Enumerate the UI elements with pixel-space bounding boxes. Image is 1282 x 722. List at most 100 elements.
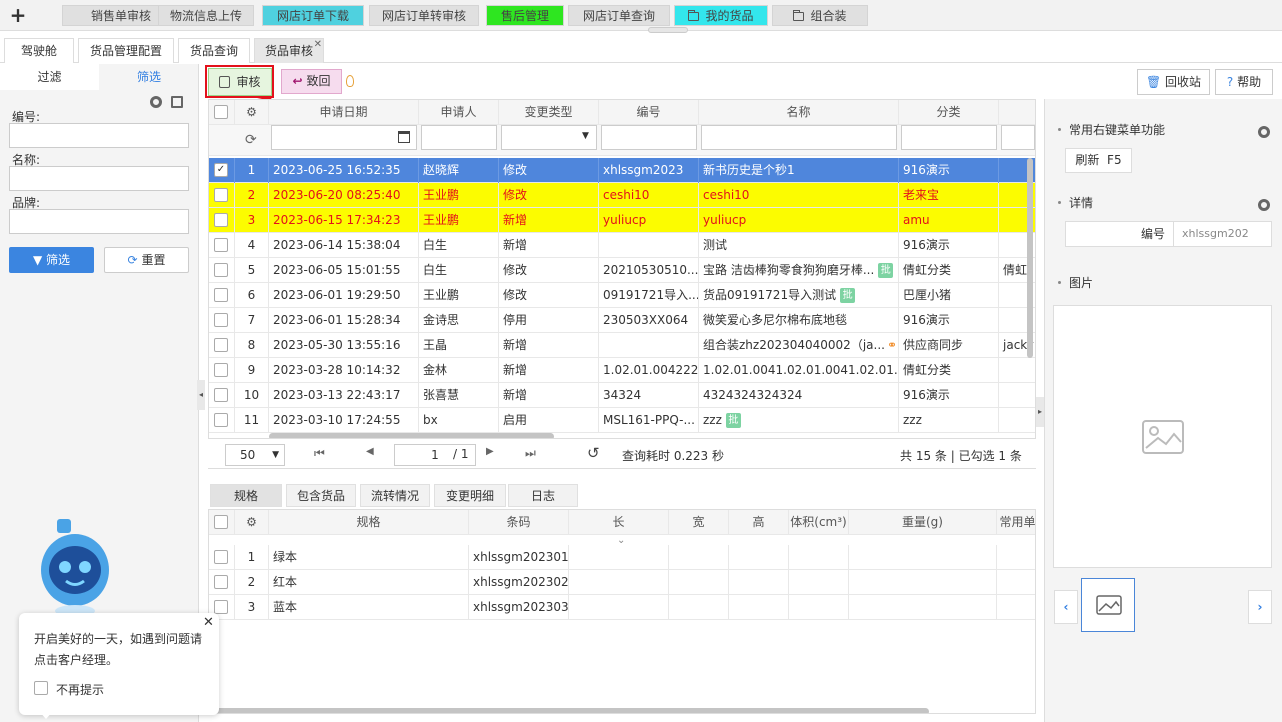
row-checkbox[interactable] [214,188,228,202]
col-header-date[interactable]: 申请日期 [269,100,419,124]
col-header-unit[interactable]: 常用单 [997,510,1035,534]
tab-filter[interactable]: 过滤 [0,64,99,90]
col-header-type[interactable]: 变更类型 [499,100,599,124]
extra-filter-input[interactable] [1001,125,1035,150]
top-tab-7[interactable]: 我的货品 [674,5,768,26]
dont-show-checkbox[interactable] [34,681,48,695]
row-checkbox[interactable] [214,363,228,377]
detail-tab-1[interactable]: 规格 [210,484,282,507]
table-row[interactable]: 3 2023-06-15 17:34:23 王业鹏 新增 yuliucp yuliucp a… [209,208,1035,233]
detail-tab-5[interactable]: 日志 [508,484,578,507]
filter-button[interactable]: ▼ 筛选 [9,247,94,273]
select-all-checkbox[interactable] [214,515,228,529]
settings-gear-icon[interactable] [1258,126,1270,138]
date-filter-input[interactable] [271,125,417,150]
settings-gear-icon[interactable] [150,96,162,108]
lightbulb-icon[interactable] [346,75,354,87]
sub-tab-2[interactable]: 货品管理配置 [78,38,174,63]
tab-screen[interactable]: 筛选 [99,64,199,90]
reset-button[interactable]: ⟳ 重置 [104,247,189,273]
image-thumbnail[interactable] [1081,578,1135,632]
col-header-length[interactable]: 长 [569,510,669,534]
col-header-code[interactable]: 编号 [599,100,699,124]
refresh-f5-button[interactable]: 刷新 F5 [1065,148,1132,173]
table-row[interactable]: 6 2023-06-01 19:29:50 王业鹏 修改 09191721导入... 货品… [209,283,1035,308]
col-header-user[interactable]: 申请人 [419,100,499,124]
vertical-scrollbar[interactable] [1027,158,1033,358]
row-checkbox[interactable]: ✓ [214,163,228,177]
table-row[interactable]: 5 2023-06-05 15:01:55 白生 修改 20210530510... 宝路… [209,258,1035,283]
row-checkbox[interactable] [214,213,228,227]
col-header-volume[interactable]: 体积(cm³) [789,510,849,534]
table-row[interactable]: 7 2023-06-01 15:28:34 金诗思 停用 230503XX064 微笑爱心… [209,308,1035,333]
top-tab-3[interactable]: 网店订单下载 [262,5,364,26]
row-checkbox[interactable] [214,600,228,614]
close-icon[interactable]: ✕ [203,615,214,630]
code-input[interactable] [9,123,189,148]
col-header-extra[interactable] [999,100,1035,124]
sub-tab-4[interactable]: 货品审核 ✕ [254,38,324,63]
collapse-left-handle[interactable]: ◂ [197,380,205,410]
page-size-select[interactable]: 50 ▼ [225,444,285,466]
column-settings-icon[interactable]: ⚙ [235,510,269,534]
help-button[interactable]: ? 帮助 [1215,69,1273,95]
row-checkbox[interactable] [214,313,228,327]
image-preview[interactable] [1053,305,1272,568]
row-checkbox[interactable] [214,288,228,302]
last-page-icon[interactable]: ⏭ [525,446,536,461]
table-row[interactable]: 9 2023-03-28 10:14:32 金林 新增 1.02.01.004222 1.… [209,358,1035,383]
horizontal-scrollbar[interactable] [269,433,554,438]
settings-gear-icon[interactable] [1258,199,1270,211]
col-header-barcode[interactable]: 条码 [469,510,569,534]
col-header-width[interactable]: 宽 [669,510,729,534]
col-header-spec[interactable]: 规格 [269,510,469,534]
detail-tab-4[interactable]: 变更明细 [434,484,506,507]
col-header-name[interactable]: 名称 [699,100,899,124]
top-tab-6[interactable]: 网店订单查询 [568,5,670,26]
row-checkbox[interactable] [214,413,228,427]
col-header-height[interactable]: 高 [729,510,789,534]
category-filter-input[interactable] [901,125,997,150]
collapse-handle[interactable] [648,27,688,33]
code-filter-input[interactable] [601,125,697,150]
select-all-checkbox[interactable] [214,105,228,119]
user-filter-input[interactable] [421,125,497,150]
row-checkbox[interactable] [214,263,228,277]
col-header-category[interactable]: 分类 [899,100,999,124]
table-row[interactable]: 8 2023-05-30 13:55:16 王晶 新增 组合装zhz2023040400… [209,333,1035,358]
top-tab-8[interactable]: 组合装 [772,5,868,26]
col-header-weight[interactable]: 重量(g) [849,510,997,534]
table-row[interactable]: 10 2023-03-13 22:43:17 张喜慧 新增 34324 432432432… [209,383,1035,408]
top-tab-5[interactable]: 售后管理 [486,5,564,26]
sub-tab-1[interactable]: 驾驶舱 [4,38,74,63]
sub-tab-3[interactable]: 货品查询 [178,38,250,63]
table-row[interactable]: 2 2023-06-20 08:25:40 王业鹏 修改 ceshi10 ceshi10 老… [209,183,1035,208]
brand-input[interactable] [9,209,189,234]
row-checkbox[interactable] [214,575,228,589]
dropdown-arrow-icon[interactable]: ▼ [582,131,589,141]
table-row[interactable]: 4 2023-06-14 15:38:04 白生 新增 测试 916演示 [209,233,1035,258]
horizontal-scrollbar[interactable] [209,708,929,713]
detail-tab-3[interactable]: 流转情况 [360,484,430,507]
name-input[interactable] [9,166,189,191]
column-settings-icon[interactable]: ⚙ [235,100,269,124]
row-checkbox[interactable] [214,338,228,352]
next-page-icon[interactable]: ▶ [486,446,494,457]
calendar-icon[interactable] [398,131,410,143]
row-checkbox[interactable] [214,550,228,564]
name-filter-input[interactable] [701,125,897,150]
reload-icon[interactable]: ↺ [587,444,600,462]
table-row[interactable]: ✓ 1 2023-06-25 16:52:35 赵晓辉 修改 xhlssgm2023 新书历… [209,158,1035,183]
refresh-icon[interactable]: ⟳ [245,132,257,148]
recycle-bin-button[interactable]: 🗑 回收站 [1137,69,1210,95]
detail-tab-2[interactable]: 包含货品 [286,484,356,507]
first-page-icon[interactable]: ⏮ [314,446,325,461]
top-tab-2[interactable]: 物流信息上传 [158,5,254,26]
save-icon[interactable] [171,96,183,108]
top-tab-4[interactable]: 网店订单转审核 [369,5,479,26]
table-row[interactable]: 11 2023-03-10 17:24:55 bx 启用 MSL161-PPQ-... z… [209,408,1035,433]
next-image-button[interactable]: › [1248,590,1272,624]
reject-button[interactable]: ↩ 致回 [281,69,342,94]
row-checkbox[interactable] [214,388,228,402]
spec-row[interactable]: 2 红本 xhlssgm202302 [209,570,1035,595]
